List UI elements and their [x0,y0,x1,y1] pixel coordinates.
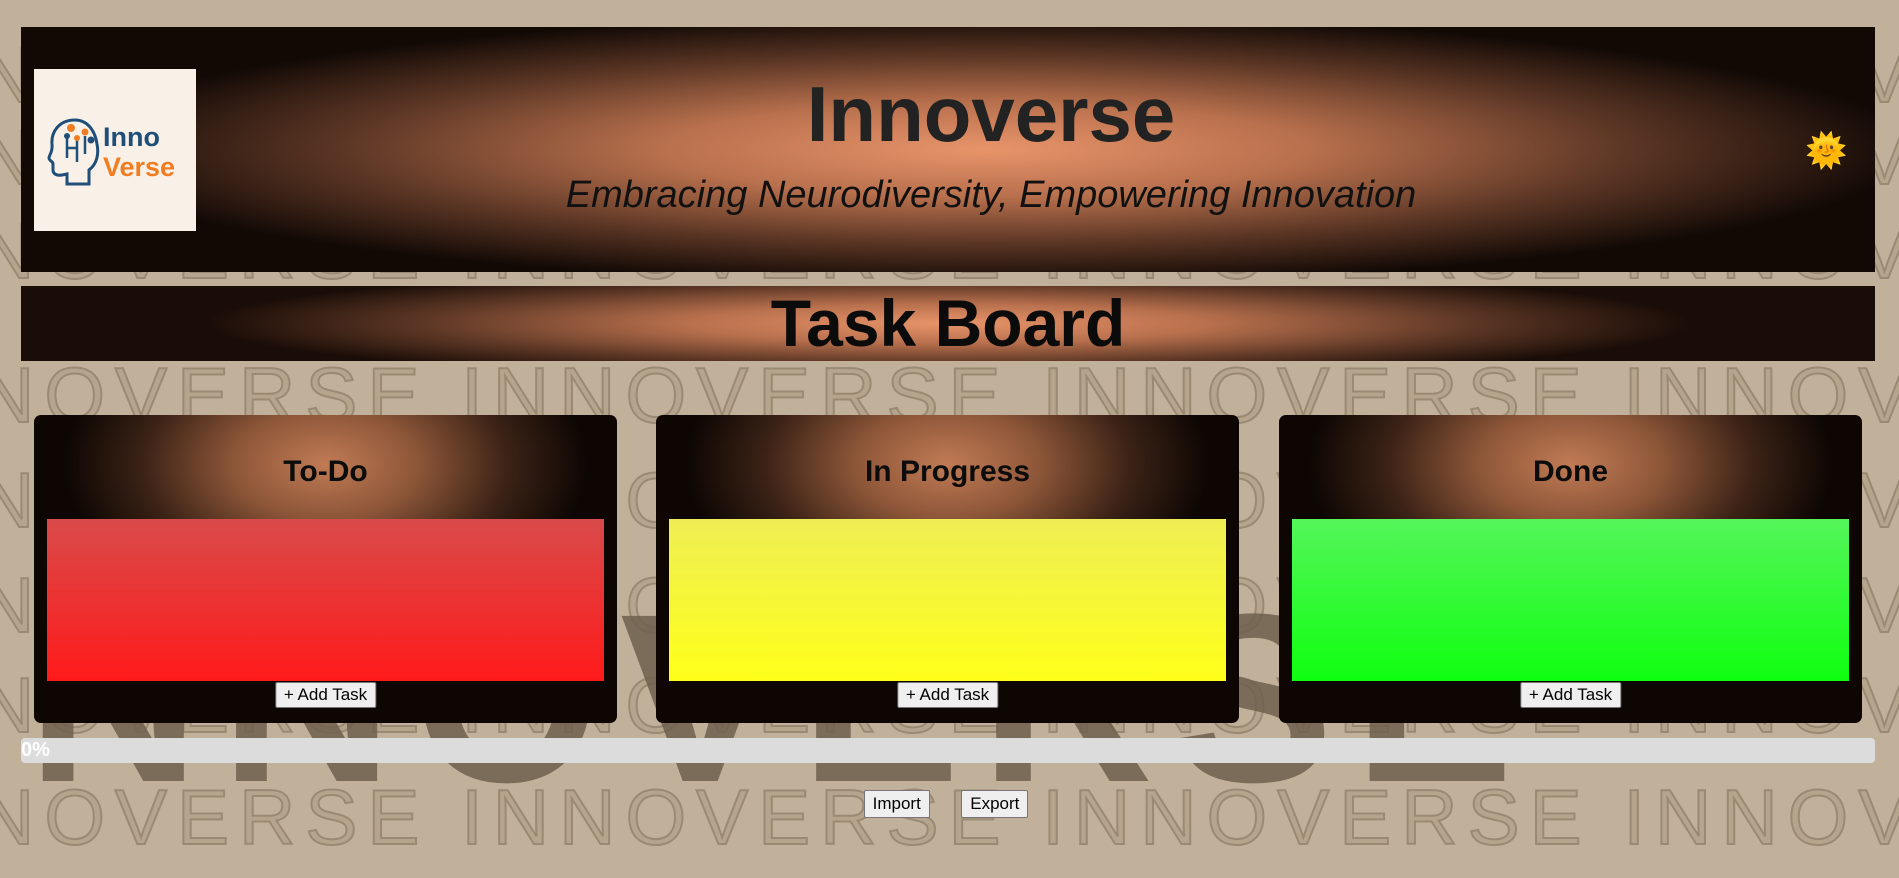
smiling-sun-icon: 🌞 [1805,132,1848,170]
import-export-row: Import Export [0,790,1899,818]
task-board-banner: Task Board [21,286,1875,361]
task-dropzone-todo[interactable] [47,519,604,681]
export-button[interactable]: Export [961,790,1029,818]
progress-bar: 0% [21,738,1875,763]
page-title: Task Board [770,286,1126,360]
column-in-progress: In Progress + Add Task [656,415,1239,723]
column-title: To-Do [283,455,368,488]
site-tagline: Embracing Neurodiversity, Empowering Inn… [565,174,1417,216]
progress-label: 0% [21,739,50,761]
add-task-button-done[interactable]: + Add Task [1519,682,1622,708]
site-header: Inno Verse Innoverse Embracing Neurodive… [21,27,1875,272]
theme-toggle-button[interactable]: 🌞 [1805,130,1847,172]
add-task-button-todo[interactable]: + Add Task [274,682,377,708]
column-done: Done + Add Task [1279,415,1862,723]
column-title: Done [1533,455,1608,488]
column-todo: To-Do + Add Task [34,415,617,723]
add-task-button-in-progress[interactable]: + Add Task [896,682,999,708]
site-title: Innoverse [806,70,1176,158]
task-dropzone-done[interactable] [1292,519,1849,681]
column-title: In Progress [864,455,1031,488]
import-button[interactable]: Import [863,790,930,818]
task-dropzone-in-progress[interactable] [669,519,1226,681]
